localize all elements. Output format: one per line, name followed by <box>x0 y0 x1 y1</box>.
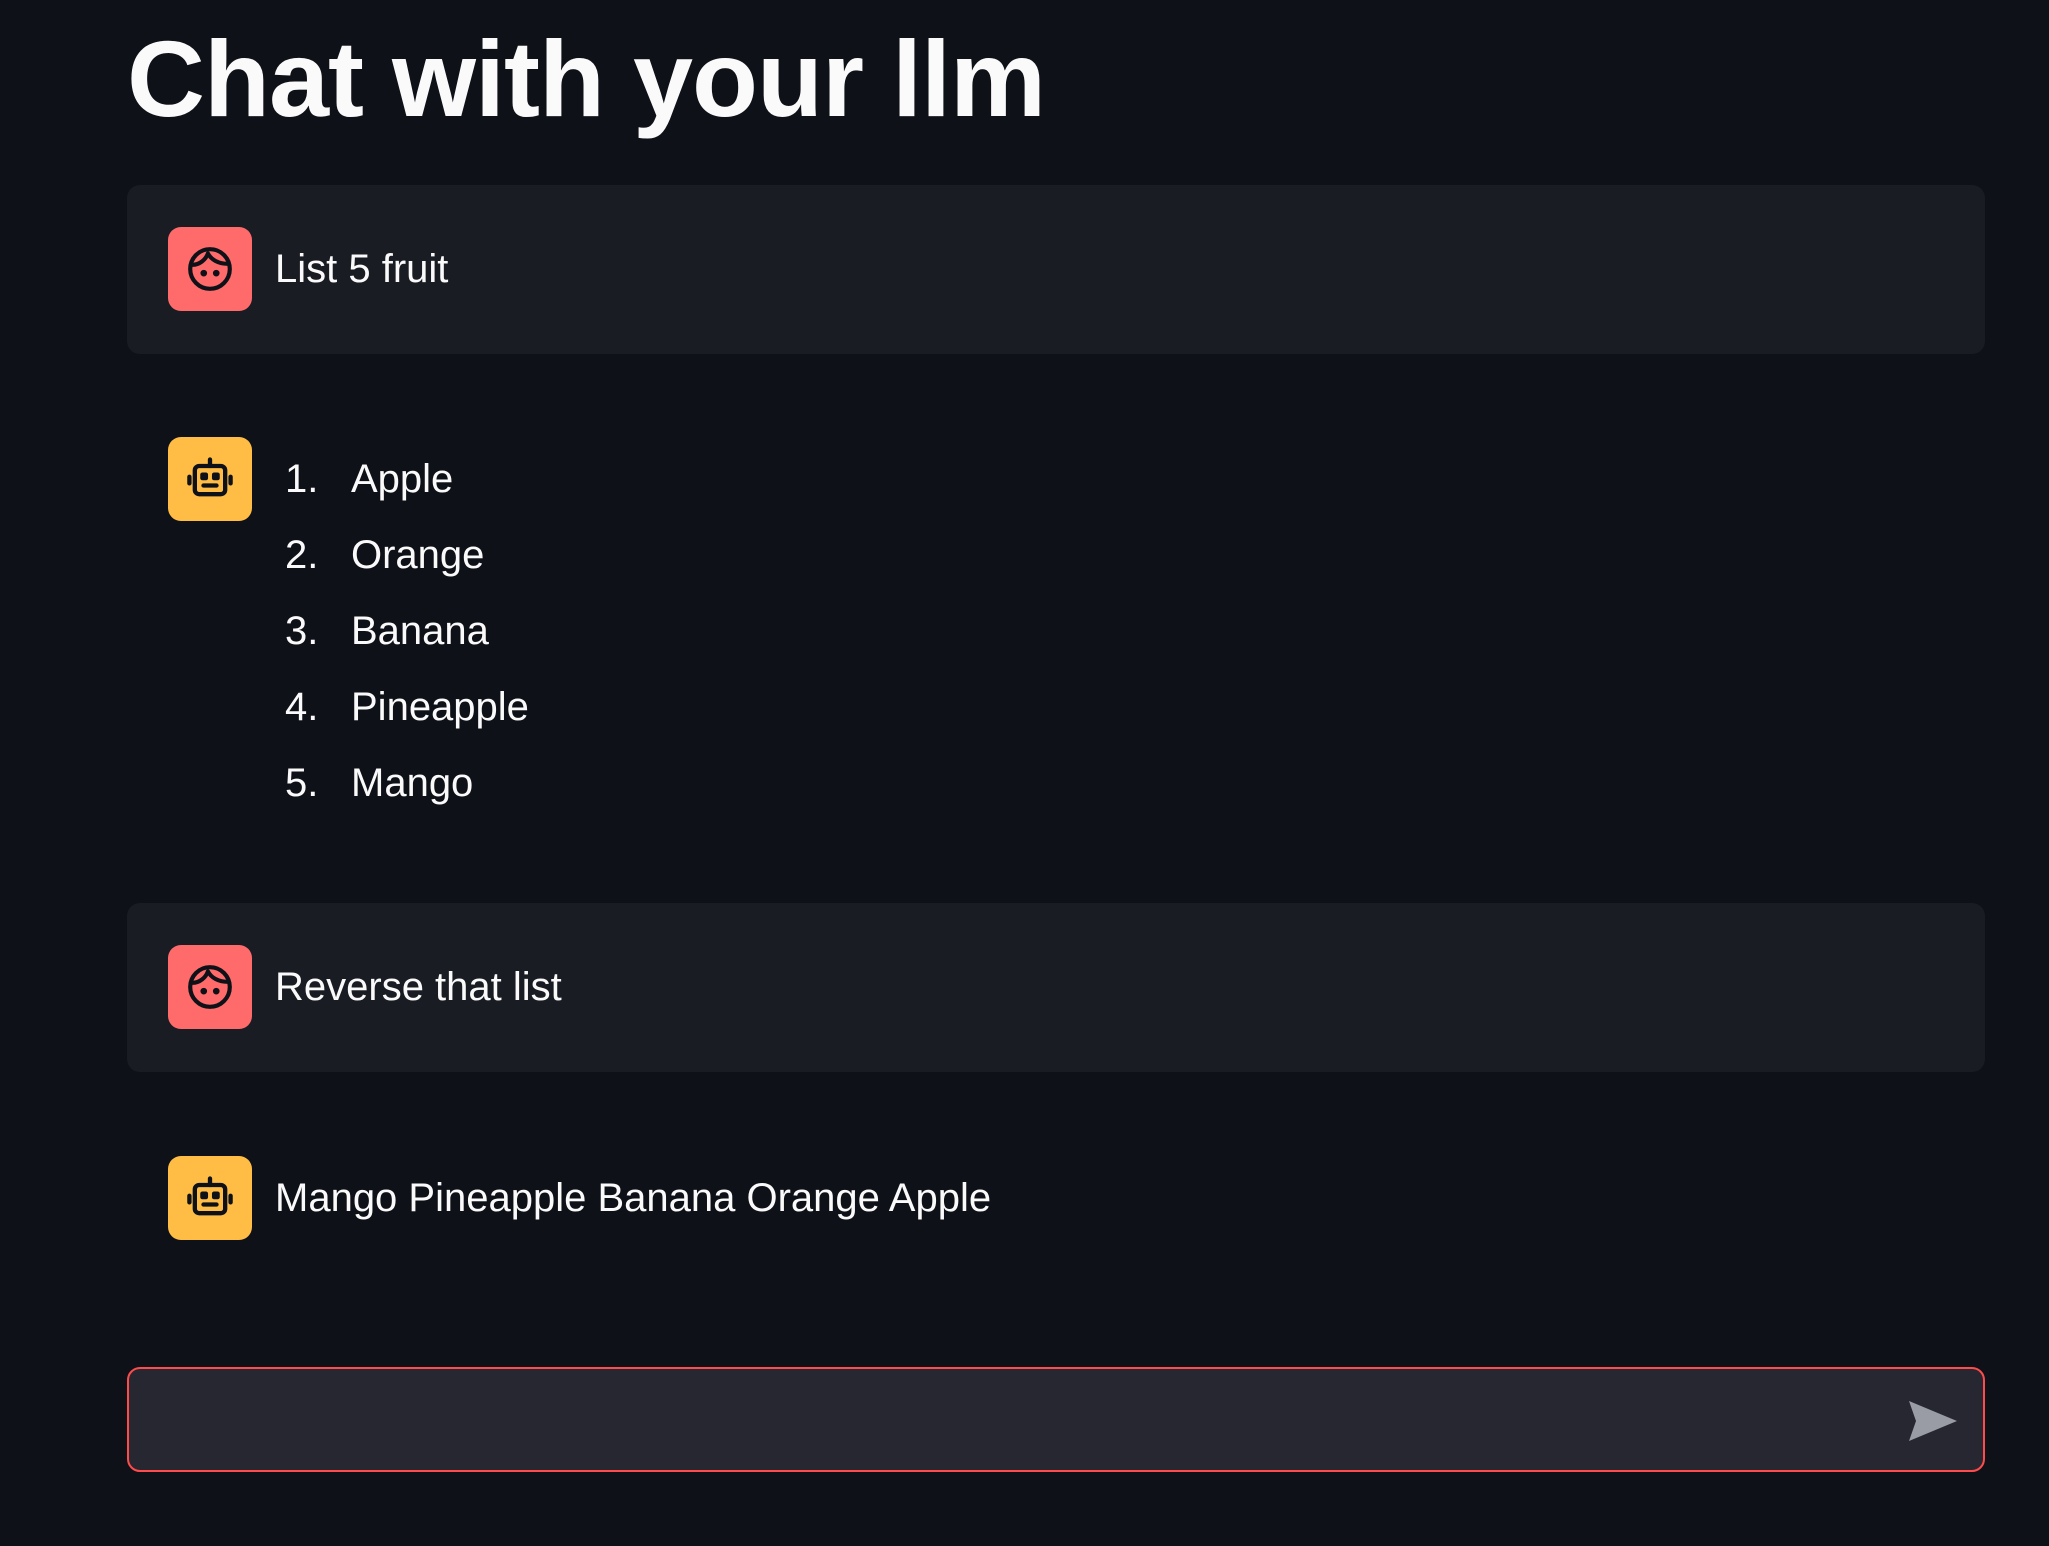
robot-icon <box>187 1176 233 1216</box>
list-item-number: 1. <box>285 457 319 501</box>
user-face-icon <box>188 247 232 291</box>
list-item-label: Orange <box>351 533 485 577</box>
message-text: Reverse that list <box>275 965 562 1009</box>
list-item-label: Apple <box>351 457 454 501</box>
chat-input[interactable] <box>155 1369 1889 1472</box>
assistant-avatar <box>168 1156 252 1240</box>
assistant-avatar <box>168 437 252 521</box>
robot-icon <box>187 457 233 497</box>
list-item-number: 3. <box>285 609 319 653</box>
chat-message-user: List 5 fruit <box>127 185 1985 354</box>
user-avatar <box>168 945 252 1029</box>
message-text: List 5 fruit <box>275 247 449 291</box>
list-item: 2. Orange <box>285 531 484 579</box>
user-face-icon <box>188 965 232 1009</box>
page-title: Chat with your llm <box>127 18 1046 139</box>
list-item-label: Banana <box>351 609 489 653</box>
list-item-number: 2. <box>285 533 319 577</box>
chat-input-container <box>127 1367 1985 1472</box>
list-item: 3. Banana <box>285 607 489 655</box>
list-item-number: 4. <box>285 685 319 729</box>
chat-message-assistant: Mango Pineapple Banana Orange Apple <box>127 1114 1985 1284</box>
list-item-number: 5. <box>285 761 319 805</box>
send-icon <box>1909 1401 1957 1441</box>
message-text: Mango Pineapple Banana Orange Apple <box>275 1176 992 1220</box>
chat-message-assistant: 1. Apple 2. Orange 3. Banana 4. Pineapple 5.… <box>127 395 1985 835</box>
list-item: 1. Apple <box>285 455 453 503</box>
list-item-label: Mango <box>351 761 474 805</box>
list-item-label: Pineapple <box>351 685 529 729</box>
user-avatar <box>168 227 252 311</box>
chat-message-user: Reverse that list <box>127 903 1985 1072</box>
list-item: 5. Mango <box>285 759 473 807</box>
list-item: 4. Pineapple <box>285 683 529 731</box>
send-button[interactable] <box>1905 1393 1961 1449</box>
